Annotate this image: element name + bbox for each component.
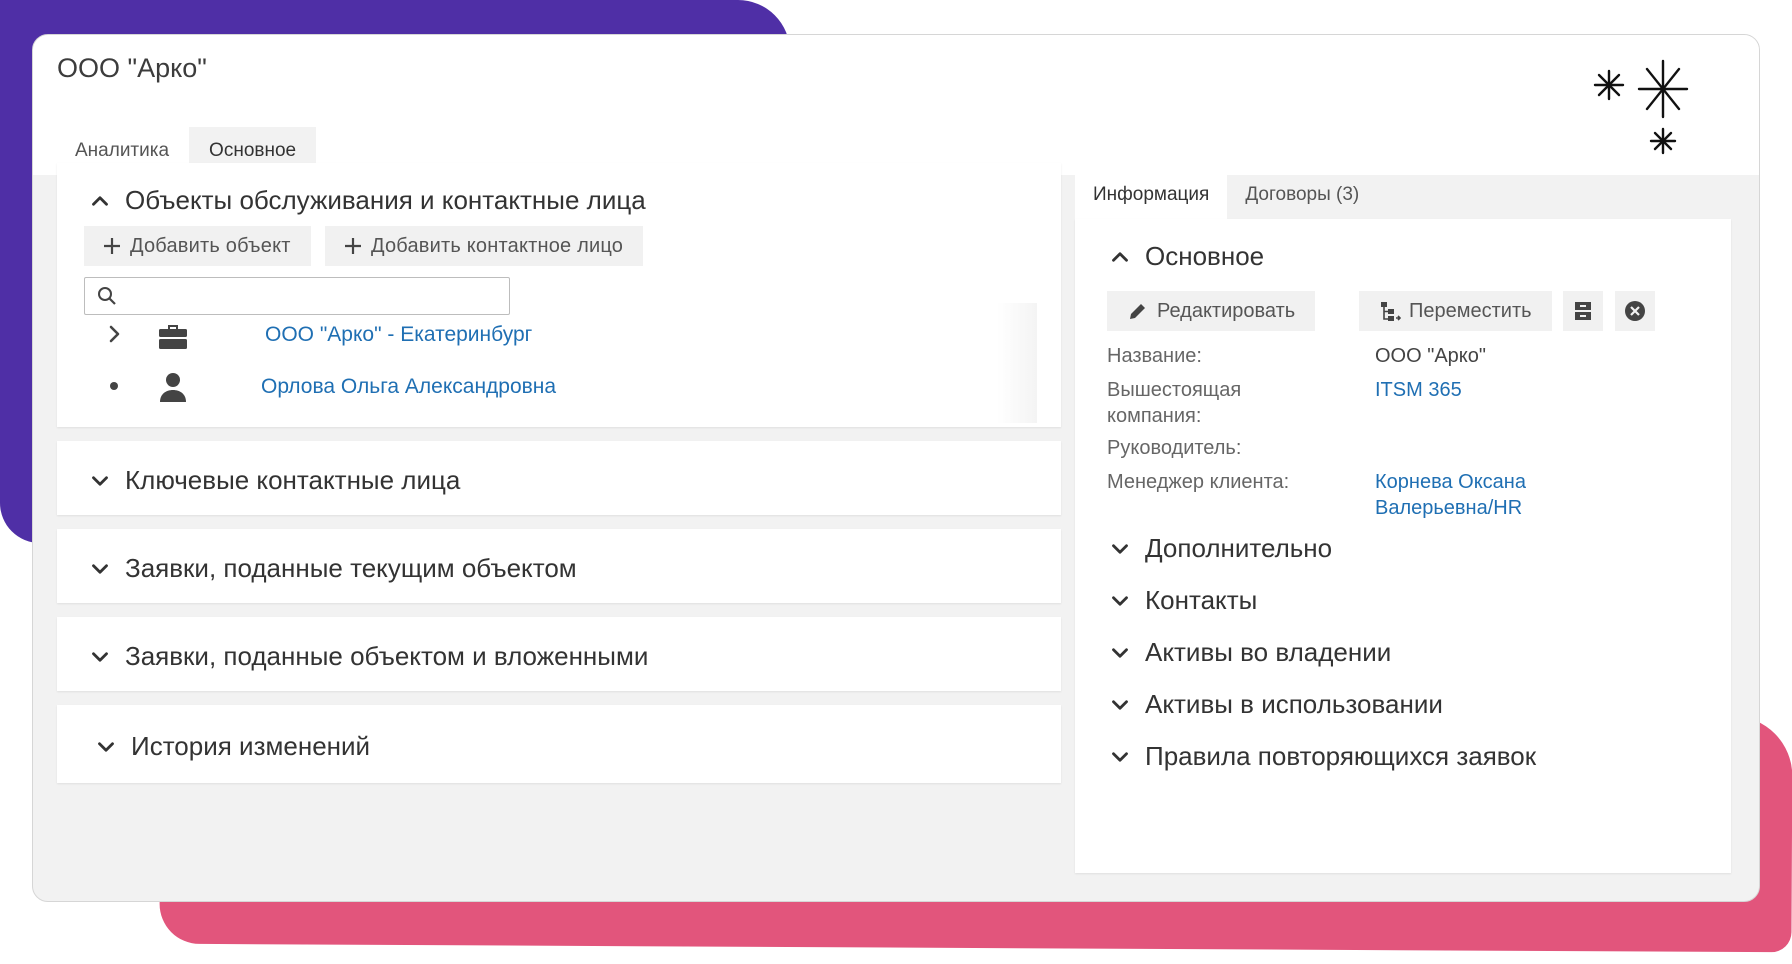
section-title: История изменений bbox=[131, 731, 371, 761]
info-tabs: Информация Договоры (3) bbox=[1075, 171, 1377, 219]
add-object-label: Добавить объект bbox=[130, 234, 291, 257]
delete-button[interactable] bbox=[1615, 291, 1655, 331]
chevron-down-icon bbox=[98, 741, 114, 752]
search-input[interactable] bbox=[84, 277, 510, 315]
add-contact-button[interactable]: Добавить контактное лицо bbox=[325, 226, 644, 266]
object-link[interactable]: ООО "Арко" - Екатеринбург bbox=[265, 323, 532, 347]
archive-icon bbox=[1575, 302, 1591, 320]
bullet-icon bbox=[110, 382, 118, 390]
section-title: Заявки, поданные текущим объектом bbox=[125, 553, 577, 583]
plus-icon bbox=[345, 238, 361, 254]
key-contacts-card: Ключевые контактные лица bbox=[57, 441, 1061, 515]
move-label: Переместить bbox=[1409, 299, 1532, 322]
section-title: Активы в использовании bbox=[1145, 689, 1443, 719]
history-card: История изменений bbox=[57, 705, 1061, 783]
section-title: Ключевые контактные лица bbox=[125, 465, 461, 495]
requests-nested-header[interactable]: Заявки, поданные объектом и вложенными bbox=[87, 641, 648, 672]
move-button[interactable]: Переместить bbox=[1359, 291, 1552, 331]
chevron-down-icon bbox=[1112, 595, 1128, 606]
chevron-down-icon bbox=[92, 563, 108, 574]
field-label-name: Название: bbox=[1107, 345, 1202, 367]
section-title: Правила повторяющихся заявок bbox=[1145, 741, 1537, 771]
chevron-down-icon bbox=[1112, 543, 1128, 554]
list-item[interactable]: ООО "Арко" - Екатеринбург bbox=[57, 315, 1017, 355]
chevron-down-icon bbox=[1112, 699, 1128, 710]
field-value-name: ООО "Арко" bbox=[1375, 345, 1486, 367]
parent-company-link[interactable]: ITSM 365 bbox=[1375, 377, 1675, 403]
chevron-down-icon bbox=[1112, 751, 1128, 762]
contact-link[interactable]: Орлова Ольга Александровна bbox=[261, 375, 556, 399]
requests-nested-card: Заявки, поданные объектом и вложенными bbox=[57, 617, 1061, 691]
tab-contracts[interactable]: Договоры (3) bbox=[1227, 171, 1377, 219]
objects-contacts-card: Объекты обслуживания и контактные лица Д… bbox=[57, 163, 1061, 427]
owned-assets-header[interactable]: Активы во владении bbox=[1107, 637, 1391, 668]
scrollbar[interactable] bbox=[997, 303, 1037, 423]
contacts-header[interactable]: Контакты bbox=[1107, 585, 1257, 616]
client-manager-link[interactable]: Корнева Оксана Валерьевна/HR bbox=[1375, 469, 1595, 521]
history-header[interactable]: История изменений bbox=[93, 731, 370, 762]
edit-button[interactable]: Редактировать bbox=[1107, 291, 1316, 331]
requests-current-header[interactable]: Заявки, поданные текущим объектом bbox=[87, 553, 577, 584]
section-title: Дополнительно bbox=[1145, 533, 1333, 563]
section-title: Активы во владении bbox=[1145, 637, 1392, 667]
plus-icon bbox=[104, 238, 120, 254]
info-panel: Информация Договоры (3) Основное Редакти… bbox=[1075, 171, 1731, 877]
info-panel-body: Основное Редактировать Переместить Назва… bbox=[1075, 219, 1731, 873]
edit-label: Редактировать bbox=[1157, 299, 1296, 322]
requests-current-card: Заявки, поданные текущим объектом bbox=[57, 529, 1061, 603]
main-info-header[interactable]: Основное bbox=[1107, 241, 1264, 272]
section-title: Контакты bbox=[1145, 585, 1258, 615]
close-circle-icon bbox=[1625, 301, 1645, 321]
sparkle-icon bbox=[1593, 59, 1689, 155]
section-title: Основное bbox=[1145, 241, 1265, 271]
add-object-button[interactable]: Добавить объект bbox=[84, 226, 311, 266]
field-label-head: Руководитель: bbox=[1107, 437, 1242, 459]
section-title: Заявки, поданные объектом и вложенными bbox=[125, 641, 649, 671]
section-title: Объекты обслуживания и контактные лица bbox=[125, 185, 646, 215]
archive-button[interactable] bbox=[1563, 291, 1603, 331]
chevron-down-icon bbox=[92, 651, 108, 662]
additional-header[interactable]: Дополнительно bbox=[1107, 533, 1332, 564]
field-label-manager: Менеджер клиента: bbox=[1107, 471, 1290, 493]
key-contacts-header[interactable]: Ключевые контактные лица bbox=[87, 465, 460, 496]
app-window: ООО "Арко" Аналитика Основное Объекты об… bbox=[32, 34, 1760, 902]
add-contact-label: Добавить контактное лицо bbox=[371, 234, 624, 257]
chevron-down-icon bbox=[92, 475, 108, 486]
chevron-up-icon bbox=[92, 195, 108, 206]
tab-information[interactable]: Информация bbox=[1075, 171, 1228, 219]
briefcase-icon bbox=[159, 325, 187, 349]
objects-contacts-header[interactable]: Объекты обслуживания и контактные лица bbox=[87, 185, 646, 216]
page-title: ООО "Арко" bbox=[57, 53, 207, 83]
field-label-parent: Вышестоящая компания: bbox=[1107, 379, 1242, 427]
chevron-up-icon bbox=[1112, 251, 1128, 262]
recurring-rules-header[interactable]: Правила повторяющихся заявок bbox=[1107, 741, 1536, 772]
search-icon bbox=[98, 287, 116, 305]
chevron-down-icon bbox=[1112, 647, 1128, 658]
person-icon bbox=[160, 373, 186, 402]
window-header: ООО "Арко" Аналитика Основное bbox=[33, 35, 1759, 175]
chevron-right-icon[interactable] bbox=[103, 323, 125, 345]
hierarchy-icon bbox=[1381, 302, 1401, 321]
list-item[interactable]: Орлова Ольга Александровна bbox=[57, 367, 1017, 407]
pencil-icon bbox=[1130, 304, 1145, 319]
used-assets-header[interactable]: Активы в использовании bbox=[1107, 689, 1443, 720]
